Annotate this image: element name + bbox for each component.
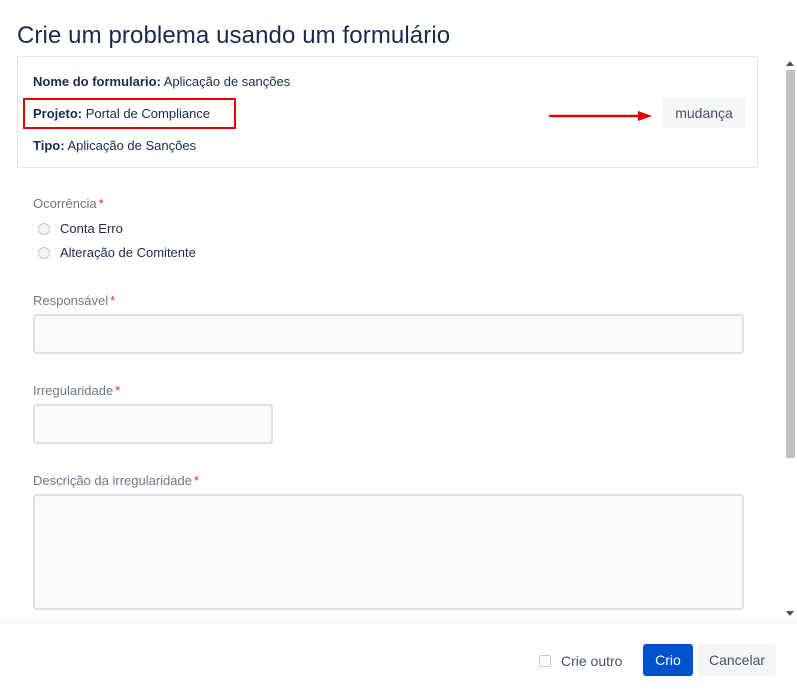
create-another-label: Crie outro <box>561 653 623 669</box>
required-marker: * <box>115 383 121 398</box>
create-button[interactable]: Crio <box>643 644 693 676</box>
dialog-footer: Crie outro Crio Cancelar <box>0 622 797 690</box>
radio-option-alteracao-comitente[interactable]: Alteração de Comitente <box>38 245 196 260</box>
vertical-scrollbar[interactable] <box>783 56 797 622</box>
form-name-value: Aplicação de sanções <box>163 74 291 89</box>
scrollbar-thumb[interactable] <box>786 70 795 458</box>
dialog-title: Crie um problema usando um formulário <box>17 22 451 49</box>
radio-label: Conta Erro <box>60 221 123 236</box>
form-name-row: Nome do formulario: Aplicação de sanções <box>33 74 290 89</box>
cancel-button[interactable]: Cancelar <box>698 644 776 676</box>
description-label: Descrição da irregularidade * <box>33 473 200 488</box>
create-another-checkbox[interactable] <box>539 655 551 667</box>
type-value: Aplicação de Sanções <box>67 138 197 153</box>
project-highlight-box <box>23 98 236 129</box>
change-button[interactable]: mudança <box>663 98 745 128</box>
irregularity-input[interactable] <box>33 404 273 444</box>
required-marker: * <box>110 293 116 308</box>
form-scroll-area: Nome do formulario: Aplicação de sanções… <box>0 52 783 622</box>
required-marker: * <box>193 473 200 488</box>
occurrence-label: Ocorrência * <box>33 196 104 211</box>
radio-button[interactable] <box>38 246 50 259</box>
radio-label: Alteração de Comitente <box>60 245 196 260</box>
description-textarea[interactable] <box>33 494 744 610</box>
radio-option-conta-erro[interactable]: Conta Erro <box>38 221 123 236</box>
scroll-down-icon[interactable] <box>786 611 794 616</box>
responsible-label: Responsável * <box>33 293 116 308</box>
create-another-toggle[interactable]: Crie outro <box>539 653 622 669</box>
annotation-arrow-icon <box>548 111 652 121</box>
type-row: Tipo: Aplicação de Sanções <box>33 138 196 153</box>
required-marker: * <box>98 196 104 211</box>
type-label: Tipo: <box>33 138 65 153</box>
form-name-label: Nome do formulario: <box>33 74 161 89</box>
irregularity-label: Irregularidade * <box>33 383 121 398</box>
responsible-input[interactable] <box>33 314 744 354</box>
radio-button[interactable] <box>38 222 50 235</box>
scroll-up-icon[interactable] <box>786 61 794 66</box>
form-info-panel: Nome do formulario: Aplicação de sanções… <box>17 56 758 168</box>
